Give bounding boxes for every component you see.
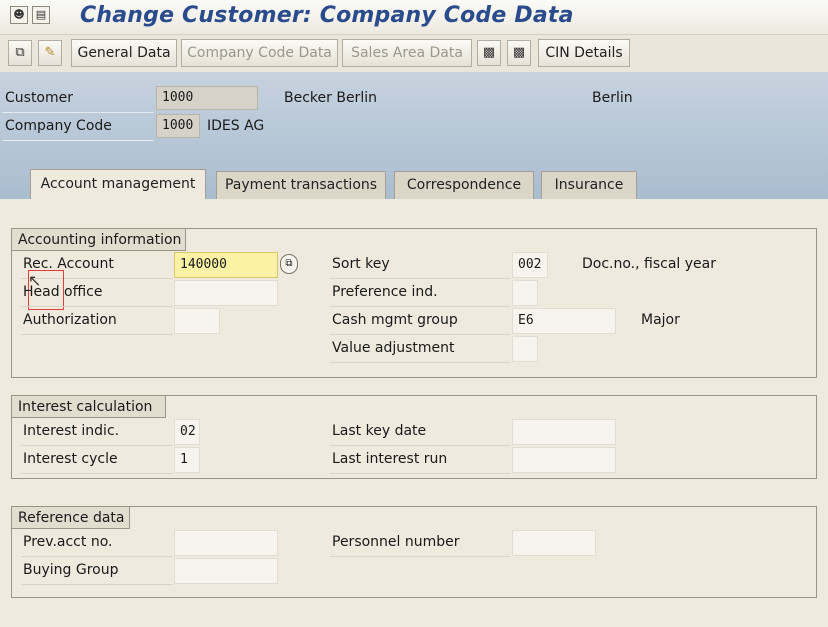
label-underline <box>330 306 510 307</box>
sort-key-description: Doc.no., fiscal year <box>582 256 716 272</box>
label-underline <box>21 556 173 557</box>
tab-insurance[interactable]: Insurance <box>541 171 637 199</box>
tab-correspondence[interactable]: Correspondence <box>394 171 534 199</box>
label-underline <box>21 445 173 446</box>
prev-acct-no-label: Prev.acct no. <box>23 534 113 550</box>
customer-city: Berlin <box>592 90 633 106</box>
buying-group-input[interactable] <box>174 558 278 584</box>
label-underline <box>21 584 173 585</box>
print-document-icon[interactable]: ▩ <box>507 40 531 66</box>
last-interest-run-input[interactable] <box>512 447 616 473</box>
matchcode-search-icon[interactable]: ⧉ <box>280 254 298 274</box>
cin-details-button[interactable]: CIN Details <box>538 39 630 67</box>
label-underline <box>330 278 510 279</box>
rec-account-input[interactable]: 140000 <box>174 252 278 278</box>
authorization-label: Authorization <box>23 312 117 328</box>
head-office-label: Head office <box>23 284 103 300</box>
personnel-number-input[interactable] <box>512 530 596 556</box>
label-underline <box>330 362 510 363</box>
document-icon[interactable]: ▤ <box>32 6 50 24</box>
sort-key-input[interactable]: 002 <box>512 252 548 278</box>
cash-mgmt-group-description: Major <box>641 312 680 328</box>
sort-key-label: Sort key <box>332 256 390 272</box>
preference-ind-label: Preference ind. <box>332 284 438 300</box>
last-interest-run-label: Last interest run <box>332 451 448 467</box>
interest-indic-label: Interest indic. <box>23 423 120 439</box>
company-code-field: 1000 <box>156 114 200 138</box>
general-data-button[interactable]: General Data <box>71 39 177 67</box>
label-underline <box>21 473 173 474</box>
page-title: Change Customer: Company Code Data <box>80 3 574 28</box>
interest-indic-input[interactable]: 02 <box>174 419 200 445</box>
company-code-data-button[interactable]: Company Code Data <box>181 39 338 67</box>
value-adjustment-input[interactable] <box>512 336 538 362</box>
authorization-input[interactable] <box>174 308 220 334</box>
preference-ind-input[interactable] <box>512 280 538 306</box>
group-title: Reference data <box>12 507 130 529</box>
personnel-number-label: Personnel number <box>332 534 460 550</box>
last-key-date-input[interactable] <box>512 419 616 445</box>
company-code-label: Company Code <box>5 118 112 134</box>
sales-area-data-button[interactable]: Sales Area Data <box>342 39 472 67</box>
label-underline <box>21 334 173 335</box>
label-underline <box>330 556 510 557</box>
customer-icon[interactable]: ☻ <box>10 6 28 24</box>
customer-label: Customer <box>5 90 74 106</box>
group-title: Interest calculation <box>12 396 166 418</box>
prev-acct-no-input[interactable] <box>174 530 278 556</box>
last-key-date-label: Last key date <box>332 423 427 439</box>
label-underline <box>330 334 510 335</box>
customer-label-underline <box>2 112 154 113</box>
buying-group-label: Buying Group <box>23 562 119 578</box>
tab-account-management[interactable]: Account management <box>30 169 206 200</box>
company-code-label-underline <box>2 140 154 141</box>
label-underline <box>330 473 510 474</box>
group-title: Accounting information <box>12 229 186 251</box>
label-underline <box>330 445 510 446</box>
display-change-icon[interactable]: ✎ <box>38 40 62 66</box>
save-document-icon[interactable]: ▩ <box>477 40 501 66</box>
cash-mgmt-group-input[interactable]: E6 <box>512 308 616 334</box>
customer-number-field: 1000 <box>156 86 258 110</box>
interest-cycle-input[interactable]: 1 <box>174 447 200 473</box>
label-underline <box>21 306 173 307</box>
interest-cycle-label: Interest cycle <box>23 451 118 467</box>
company-code-name: IDES AG <box>207 118 265 134</box>
tab-payment-transactions[interactable]: Payment transactions <box>216 171 386 199</box>
head-office-input[interactable] <box>174 280 278 306</box>
customer-name: Becker Berlin <box>284 90 377 106</box>
other-customer-icon[interactable]: ⧉ <box>8 40 32 66</box>
value-adjustment-label: Value adjustment <box>332 340 455 356</box>
cash-mgmt-group-label: Cash mgmt group <box>332 312 458 328</box>
